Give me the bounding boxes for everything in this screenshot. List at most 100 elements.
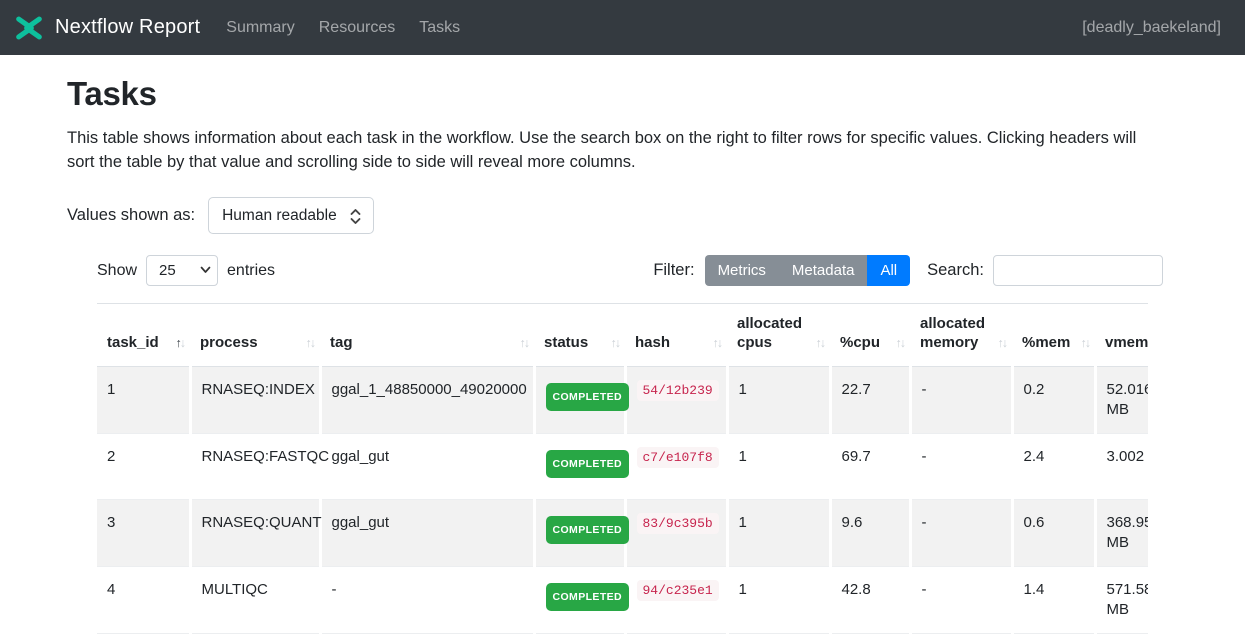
cell-status: COMPLETED	[534, 367, 625, 434]
column-header-pcpu[interactable]: %cpu ↑↓	[830, 304, 910, 367]
cell-vmem: 52.016 MB	[1095, 367, 1148, 434]
cell-allocated_cpus: 1	[727, 567, 830, 634]
column-label: status	[544, 334, 588, 351]
cell-task_id: 2	[97, 434, 190, 500]
column-header-tag[interactable]: tag ↑↓	[320, 304, 534, 367]
cell-pcpu: 22.7	[830, 367, 910, 434]
navbar-links: Summary Resources Tasks	[226, 19, 1082, 37]
cell-status: COMPLETED	[534, 434, 625, 500]
cell-vmem: 368.95 MB	[1095, 500, 1148, 567]
cell-pcpu: 42.8	[830, 567, 910, 634]
navbar-brand[interactable]: Nextflow Report	[14, 13, 200, 43]
cell-pcpu: 69.7	[830, 434, 910, 500]
column-header-pmem[interactable]: %mem ↑↓	[1012, 304, 1095, 367]
status-badge: COMPLETED	[546, 450, 630, 478]
status-badge: COMPLETED	[546, 516, 630, 544]
entries-label: entries	[227, 262, 275, 280]
cell-allocated_cpus: 1	[727, 500, 830, 567]
cell-pmem: 2.4	[1012, 434, 1095, 500]
cell-process: RNASEQ:QUANT	[190, 500, 320, 567]
task-hash-code: 83/9c395b	[637, 513, 719, 534]
cell-tag: ggal_1_48850000_49020000	[320, 367, 534, 434]
cell-task_id: 3	[97, 500, 190, 567]
column-label: process	[200, 334, 258, 351]
sort-icon: ↑↓	[1081, 334, 1090, 353]
table-row: 1RNASEQ:INDEXggal_1_48850000_49020000COM…	[97, 367, 1148, 434]
values-shown-label: Values shown as:	[67, 206, 195, 225]
filter-button-all[interactable]: All	[867, 255, 910, 286]
filter-button-group: MetricsMetadataAll	[705, 255, 911, 286]
column-header-allocated_memory[interactable]: allocated memory ↑↓	[910, 304, 1012, 367]
cell-pmem: 1.4	[1012, 567, 1095, 634]
sort-icon: ↑↓	[998, 334, 1007, 353]
task-hash-code: 54/12b239	[637, 380, 719, 401]
table-row: 3RNASEQ:QUANTggal_gutCOMPLETED83/9c395b1…	[97, 500, 1148, 567]
filter-label: Filter:	[653, 261, 694, 280]
column-label: allocated cpus	[737, 315, 802, 351]
cell-tag: -	[320, 567, 534, 634]
column-label: hash	[635, 334, 670, 351]
nav-link-resources[interactable]: Resources	[319, 19, 395, 37]
table-controls: Show 25 entries Filter: MetricsMetadataA…	[97, 255, 1163, 286]
table-row: 4MULTIQC-COMPLETED94/c235e1142.8-1.4571.…	[97, 567, 1148, 634]
nav-link-tasks[interactable]: Tasks	[419, 19, 460, 37]
cell-process: RNASEQ:FASTQC	[190, 434, 320, 500]
status-badge: COMPLETED	[546, 383, 630, 411]
sort-icon: ↑↓	[176, 334, 185, 353]
page-description: This table shows information about each …	[67, 126, 1163, 174]
task-hash-code: c7/e107f8	[637, 447, 719, 468]
main-content: Tasks This table shows information about…	[0, 55, 1245, 634]
column-header-allocated_cpus[interactable]: allocated cpus ↑↓	[727, 304, 830, 367]
brand-title: Nextflow Report	[55, 16, 200, 39]
column-label: %mem	[1022, 334, 1070, 351]
cell-process: RNASEQ:INDEX	[190, 367, 320, 434]
column-header-vmem[interactable]: vmem↑↓	[1095, 304, 1148, 367]
cell-task_id: 1	[97, 367, 190, 434]
cell-pmem: 0.2	[1012, 367, 1095, 434]
cell-status: COMPLETED	[534, 500, 625, 567]
cell-allocated_memory: -	[910, 434, 1012, 500]
sort-icon: ↑↓	[816, 334, 825, 353]
values-shown-value: Human readable	[222, 207, 337, 225]
run-name: [deadly_baekeland]	[1082, 19, 1221, 37]
cell-allocated_cpus: 1	[727, 434, 830, 500]
column-label: vmem	[1105, 334, 1148, 351]
column-label: task_id	[107, 334, 159, 351]
cell-allocated_memory: -	[910, 367, 1012, 434]
page-title: Tasks	[67, 75, 1163, 113]
cell-allocated_cpus: 1	[727, 367, 830, 434]
column-header-status[interactable]: status↑↓	[534, 304, 625, 367]
filter-button-metrics[interactable]: Metrics	[705, 255, 779, 286]
cell-status: COMPLETED	[534, 567, 625, 634]
cell-hash: 83/9c395b	[625, 500, 727, 567]
search-label: Search:	[927, 261, 984, 280]
cell-tag: ggal_gut	[320, 434, 534, 500]
filter-search-controls: Filter: MetricsMetadataAll Search:	[653, 255, 1163, 286]
page-length-control: Show 25 entries	[97, 255, 275, 286]
tasks-table: task_id↑↓process↑↓tag↑↓status↑↓hash↑↓all…	[97, 303, 1148, 634]
column-header-process[interactable]: process↑↓	[190, 304, 320, 367]
header-row: task_id↑↓process↑↓tag↑↓status↑↓hash↑↓all…	[97, 304, 1148, 367]
sort-icon: ↑↓	[520, 334, 529, 353]
filter-button-metadata[interactable]: Metadata	[779, 255, 868, 286]
sort-icon: ↑↓	[713, 334, 722, 353]
tasks-table-wrapper[interactable]: task_id↑↓process↑↓tag↑↓status↑↓hash↑↓all…	[97, 303, 1148, 634]
search-input[interactable]	[993, 255, 1163, 286]
cell-process: MULTIQC	[190, 567, 320, 634]
table-body: 1RNASEQ:INDEXggal_1_48850000_49020000COM…	[97, 367, 1148, 634]
column-header-hash[interactable]: hash ↑↓	[625, 304, 727, 367]
nav-link-summary[interactable]: Summary	[226, 19, 294, 37]
cell-task_id: 4	[97, 567, 190, 634]
entries-select[interactable]: 25	[146, 255, 218, 286]
values-shown-select[interactable]: Human readable	[208, 197, 374, 234]
column-header-task_id[interactable]: task_id ↑↓	[97, 304, 190, 367]
cell-allocated_memory: -	[910, 567, 1012, 634]
cell-pmem: 0.6	[1012, 500, 1095, 567]
column-label: tag	[330, 334, 353, 351]
column-label: %cpu	[840, 334, 880, 351]
cell-allocated_memory: -	[910, 500, 1012, 567]
cell-hash: 94/c235e1	[625, 567, 727, 634]
datatable-area: Show 25 entries Filter: MetricsMetadataA…	[97, 255, 1163, 634]
column-label: allocated memory	[920, 315, 985, 351]
sort-icon: ↑↓	[896, 334, 905, 353]
